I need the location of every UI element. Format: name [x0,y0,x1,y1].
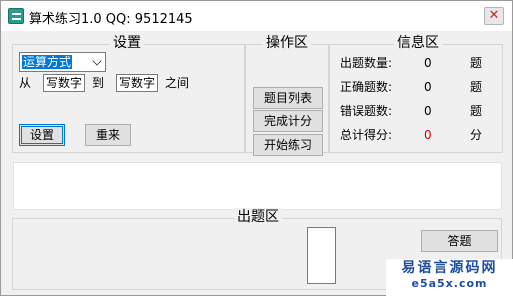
info-unit-correct: 题 [470,80,483,94]
from-number-input[interactable]: 写数字 [43,74,85,92]
watermark-line2: e5a5x.com [411,277,488,290]
info-label-wrong: 错误题数: [340,104,393,118]
question-group-title: 出题区 [234,208,282,226]
chevron-down-icon [92,56,102,66]
answer-button[interactable]: 答题 [421,230,498,252]
question-output-area[interactable] [13,162,502,210]
info-label-total: 出题数量: [340,56,393,70]
watermark-line1: 易语言源码网 [401,260,498,276]
to-number-input[interactable]: 写数字 [116,74,158,92]
app-icon [8,8,24,24]
info-unit-total: 题 [470,56,483,70]
info-value-wrong: 0 [424,104,432,118]
between-label: 之间 [165,76,190,90]
info-value-score: 0 [424,128,432,142]
finish-score-button[interactable]: 完成计分 [253,110,323,132]
close-button[interactable]: ✕ [484,7,504,25]
set-button[interactable]: 设置 [19,124,65,146]
to-label: 到 [92,76,105,90]
settings-group-title: 设置 [110,34,144,52]
info-value-total: 0 [424,56,432,70]
reset-button[interactable]: 重来 [85,124,131,146]
info-label-score: 总计得分: [340,128,393,142]
from-label: 从 [19,76,32,90]
question-display-box [307,227,336,284]
info-unit-score: 分 [470,128,483,142]
operations-group-title: 操作区 [263,34,311,52]
start-practice-button[interactable]: 开始练习 [253,134,323,156]
window-title: 算术练习1.0 QQ: 9512145 [29,12,193,27]
watermark-logo: 易语言源码网 e5a5x.com [386,259,513,296]
mode-select-value: 运算方式 [22,55,73,69]
title-bar[interactable]: 算术练习1.0 QQ: 9512145 ✕ [1,1,512,31]
info-group-title: 信息区 [394,34,442,52]
info-unit-wrong: 题 [470,104,483,118]
info-value-correct: 0 [424,80,432,94]
mode-select[interactable]: 运算方式 [19,52,106,72]
app-window: 算术练习1.0 QQ: 9512145 ✕ 设置 运算方式 从 写数字 到 写数… [0,0,513,296]
info-label-correct: 正确题数: [340,80,393,94]
question-list-button[interactable]: 题目列表 [253,87,323,109]
